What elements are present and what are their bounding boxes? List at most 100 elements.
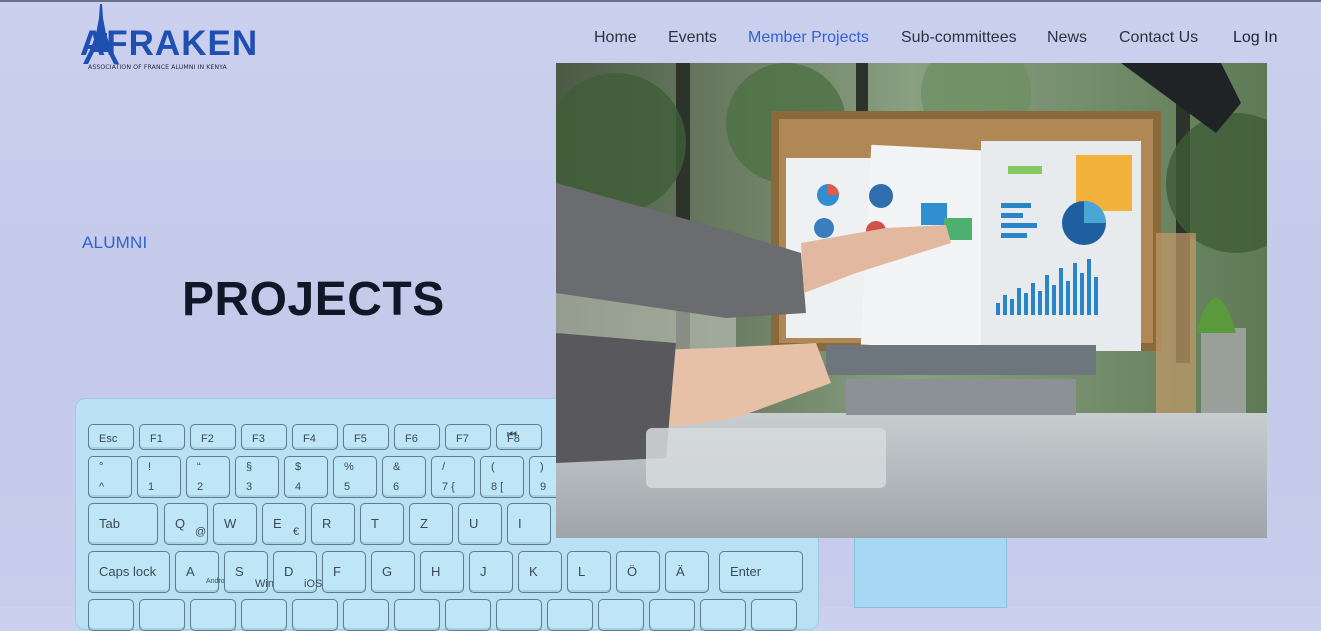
bottom-row-key [751,599,797,631]
hero-eyebrow: ALUMNI [82,233,148,252]
nav-events[interactable]: Events [668,29,717,47]
nav-home[interactable]: Home [594,29,637,47]
letter-key: J [469,551,513,593]
bottom-row-key [88,599,134,631]
key-label: ( [491,461,495,473]
key-sublabel: 5 [344,481,351,493]
key-label: E [273,516,282,531]
key-label: “ [197,461,201,473]
key-sublabel: 7 { [442,481,455,493]
key-sublabel: F8 [507,433,520,445]
letter-key: S Win [224,551,274,593]
letter-key: I [507,503,551,545]
bottom-row-key [190,599,236,631]
key-label: ) [540,461,544,473]
bottom-row-key [649,599,695,631]
bottom-row-key [445,599,491,631]
nav-sub-committees[interactable]: Sub-committees [901,29,1017,47]
key-label: Ä [676,564,685,579]
key-label: & [393,461,401,473]
letter-key: E € [262,503,306,545]
key-label: S [235,564,244,579]
key-label: W [224,516,237,531]
key-label: Ö [627,564,638,579]
nav-member-projects[interactable]: Member Projects [748,29,869,47]
key-label: F [333,564,341,579]
tab-key: Tab [88,503,158,545]
key-sublabel: F7 [456,433,469,445]
key-label: Q [175,516,186,531]
phone-image [854,538,1007,608]
bottom-row-key [292,599,338,631]
function-key: ⏮ F8 [496,424,542,450]
key-label: Tab [99,516,120,531]
key-sublabel: Win [255,578,274,590]
key-label: Z [420,516,428,531]
number-key: § 3 [235,456,279,498]
number-key: “2 [186,456,230,498]
key-label: Enter [730,564,762,579]
nav-contact-us[interactable]: Contact Us [1119,29,1198,47]
nav-news[interactable]: News [1047,29,1087,47]
key-sublabel: 9 [540,481,547,493]
key-label: G [382,564,393,579]
hero-photo [556,63,1267,538]
key-label: H [431,564,441,579]
letter-key: U [458,503,502,545]
key-sublabel: @ [195,526,207,538]
letter-key: Ä [665,551,709,593]
office-photo-illustration [556,63,1267,538]
letter-key: F [322,551,366,593]
caps-lock-key: Caps lock [88,551,170,593]
key-label: $ [295,461,302,473]
key-sublabel: 3 [246,481,253,493]
key-label: ! [148,461,152,473]
letter-key: H [420,551,464,593]
function-key: F2 [190,424,236,450]
main-nav: Home Events Member Projects Sub-committe… [0,29,1321,49]
bottom-row-key [700,599,746,631]
key-sublabel: € [293,526,300,538]
key-sublabel: 1 [148,481,155,493]
key-label: U [469,516,479,531]
key-label: / [442,461,446,473]
key-sublabel: F6 [405,433,418,445]
bottom-row-key [139,599,185,631]
bottom-row-key [241,599,287,631]
letter-key: DiOS [273,551,322,593]
key-sublabel: F1 [150,433,163,445]
letter-key: Ö [616,551,660,593]
page-title: PROJECTS [182,273,445,326]
enter-key: Enter [719,551,803,593]
key-label: ° [99,461,104,473]
key-sublabel: 8 [ [491,481,504,493]
number-key: $4 [284,456,328,498]
key-label: K [529,564,538,579]
function-key: F4 [292,424,338,450]
function-key: F7 [445,424,491,450]
letter-key: A Android [175,551,230,593]
number-key: % 5 [333,456,377,498]
key-label: R [322,516,332,531]
function-key: F3 [241,424,287,450]
letter-key: W [213,503,257,545]
number-key: ! 1 [137,456,181,498]
letter-key: Q @ [164,503,208,545]
key-label: J [480,564,487,579]
key-sublabel: 2 [197,481,204,493]
letter-key: T [360,503,404,545]
number-key: ° ^ [88,456,132,498]
key-sublabel: Esc [99,433,118,445]
letter-key: L [567,551,611,593]
function-key: F5 [343,424,389,450]
key-sublabel: 4 [295,481,302,493]
key-label: T [371,516,379,531]
key-label: A [186,564,195,579]
key-sublabel: iOS [304,578,323,590]
letter-key: R [311,503,355,545]
function-key: F1 [139,424,185,450]
login-link[interactable]: Log In [1233,29,1277,47]
top-border [0,0,1321,2]
number-key: / 7 { [431,456,475,498]
bottom-row-key [598,599,644,631]
